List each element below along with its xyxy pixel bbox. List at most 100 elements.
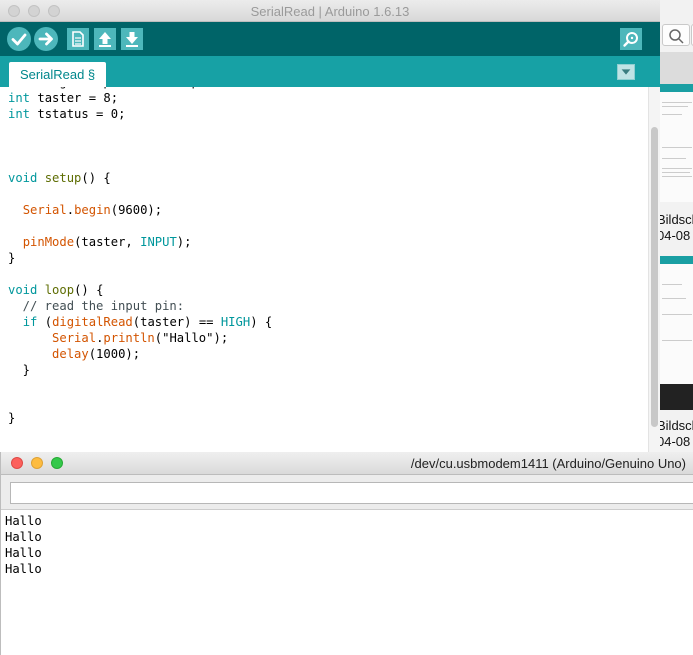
- save-sketch-button[interactable]: [121, 28, 143, 50]
- thumbnail-toolbar-2: [660, 256, 693, 264]
- arrow-up-icon: [99, 32, 111, 47]
- zoom-button[interactable]: [662, 24, 690, 46]
- code-line: pinMode(taster, INPUT);: [8, 234, 500, 250]
- code-line: }: [8, 362, 500, 378]
- code-token: void: [8, 171, 38, 185]
- code-token: }: [8, 411, 16, 425]
- code-token: HIGH: [220, 315, 251, 329]
- code-token: (9600);: [110, 203, 163, 217]
- serial-send-input[interactable]: [10, 482, 693, 504]
- ide-tabbar: SerialRead §: [0, 56, 660, 87]
- code-token: .: [66, 203, 75, 217]
- code-line: delay(1000);: [8, 346, 500, 362]
- code-line: // read the input pin:: [8, 298, 500, 314]
- code-token: (1000);: [88, 347, 141, 361]
- code-token: int: [8, 107, 31, 121]
- zoom-serial-button[interactable]: [51, 457, 63, 469]
- serial-titlebar[interactable]: /dev/cu.usbmodem1411 (Arduino/Genuino Un…: [1, 452, 693, 475]
- code-token: (taster) ==: [132, 315, 221, 329]
- code-line: void loop() {: [8, 282, 500, 298]
- check-icon: [11, 33, 27, 46]
- arrow-down-icon: [126, 32, 138, 47]
- code-token: digitalRead: [52, 315, 133, 329]
- background-window: Bildsch 04-08 Bildsch 04-08: [660, 0, 693, 460]
- tab-serialread[interactable]: SerialRead §: [9, 62, 107, 87]
- code-token: setup: [44, 171, 82, 185]
- code-text[interactable]: int digital pin 2 has a pushbutton attac…: [8, 87, 500, 426]
- code-line: if (digitalRead(taster) == HIGH) {: [8, 314, 500, 330]
- thumbnail-label-2-date: 04-08: [660, 434, 691, 449]
- editor-scrollbar[interactable]: [648, 87, 660, 452]
- code-line: int taster = 8;: [8, 90, 500, 106]
- editor-scrollbar-thumb[interactable]: [651, 127, 658, 427]
- code-token: loop: [44, 283, 75, 297]
- minimize-serial-button[interactable]: [31, 457, 43, 469]
- thumbnail-2[interactable]: [660, 264, 693, 384]
- thumbnail-toolbar: [660, 84, 693, 92]
- code-line: int tstatus = 0;: [8, 106, 500, 122]
- code-token: taster = 8;: [30, 91, 119, 105]
- code-token: }: [8, 363, 31, 377]
- code-token: );: [176, 235, 192, 249]
- code-line: void setup() {: [8, 170, 500, 186]
- code-editor[interactable]: int digital pin 2 has a pushbutton attac…: [0, 87, 648, 452]
- thumbnail-dark-bar: [660, 384, 693, 410]
- close-serial-button[interactable]: [11, 457, 23, 469]
- tab-menu-button[interactable]: [617, 64, 635, 80]
- ide-window-title: SerialRead | Arduino 1.6.13: [250, 4, 410, 19]
- thumbnail-1[interactable]: [660, 92, 693, 202]
- code-token: delay: [52, 347, 89, 361]
- code-token: ) {: [250, 315, 273, 329]
- upload-button[interactable]: [34, 27, 58, 51]
- code-token: (: [37, 315, 53, 329]
- arduino-ide-window: SerialRead | Arduino 1.6.13 SerialRead §…: [0, 0, 660, 452]
- code-token: }: [8, 251, 16, 265]
- code-token: println: [103, 331, 155, 345]
- code-token: pinMode: [22, 235, 75, 249]
- magnifier-icon: [623, 32, 638, 47]
- verify-button[interactable]: [7, 27, 31, 51]
- new-sketch-button[interactable]: [67, 28, 89, 50]
- code-token: void: [8, 283, 38, 297]
- open-sketch-button[interactable]: [94, 28, 116, 50]
- code-line: }: [8, 410, 500, 426]
- serial-output: Hallo Hallo Hallo Hallo: [5, 513, 42, 577]
- serial-output-line: Hallo: [5, 514, 42, 528]
- ide-titlebar[interactable]: SerialRead | Arduino 1.6.13: [0, 0, 660, 22]
- code-token: (taster,: [74, 235, 141, 249]
- code-token: Serial: [22, 203, 67, 217]
- code-line: }: [8, 250, 500, 266]
- code-token: int: [8, 87, 30, 89]
- code-line: Serial.println("Hallo");: [8, 330, 500, 346]
- code-token: ("Hallo");: [154, 331, 229, 345]
- serial-window-title: /dev/cu.usbmodem1411 (Arduino/Genuino Un…: [410, 456, 686, 471]
- code-token: () {: [81, 171, 111, 185]
- serial-output-line: Hallo: [5, 530, 42, 544]
- arrow-right-icon: [38, 32, 53, 46]
- zoom-icon: [669, 29, 684, 44]
- code-token: () {: [74, 283, 104, 297]
- code-token: tstatus = 0;: [30, 107, 126, 121]
- serial-output-line: Hallo: [5, 562, 42, 576]
- chevron-down-icon: [621, 69, 631, 75]
- code-token: // read the input pin:: [8, 299, 185, 313]
- code-line: Serial.begin(9600);: [8, 202, 500, 218]
- code-token: begin: [74, 203, 111, 217]
- code-token: digital pin 2 has a pushbutton attached …: [30, 87, 500, 89]
- serial-monitor-button[interactable]: [620, 28, 642, 50]
- code-token: int: [8, 91, 31, 105]
- ide-toolbar: [0, 22, 660, 56]
- serial-output-line: Hallo: [5, 546, 42, 560]
- document-icon: [72, 31, 84, 47]
